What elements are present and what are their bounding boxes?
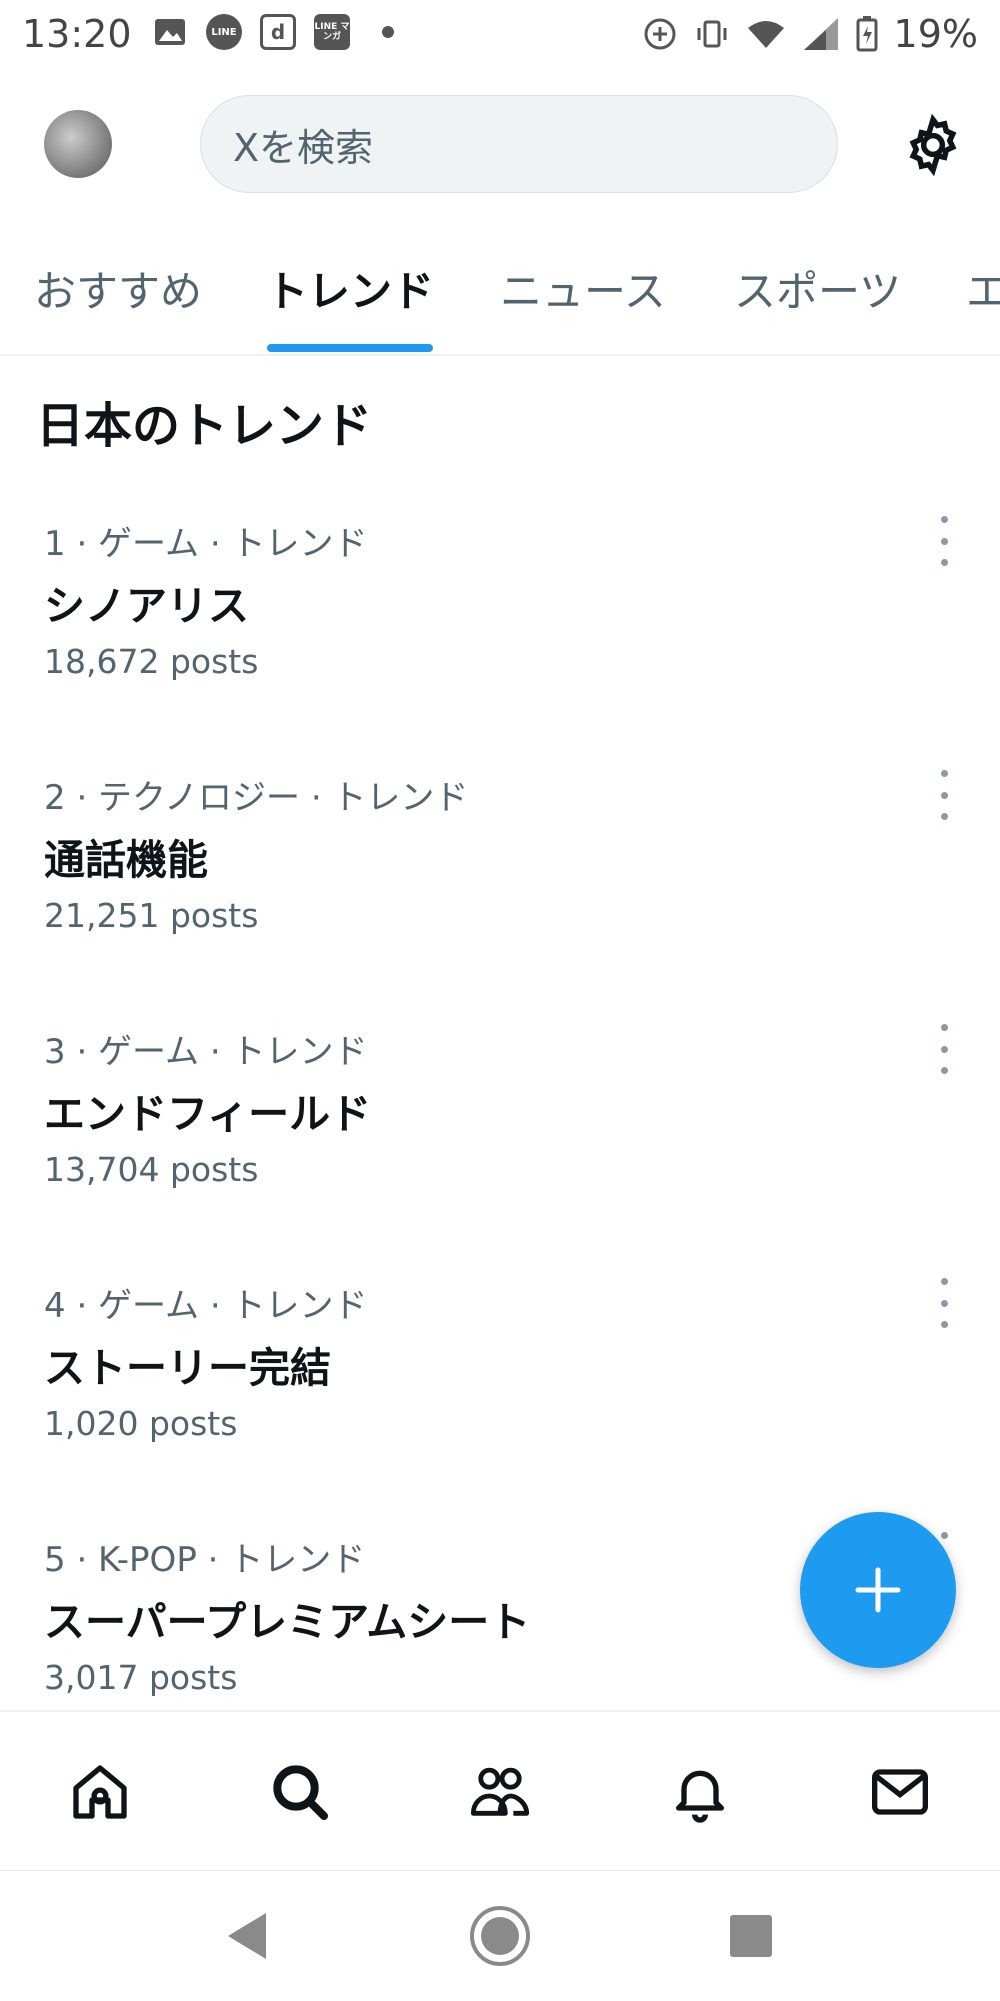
tab-recommended[interactable]: おすすめ [34,258,202,319]
vibrate-icon [697,20,727,48]
signal-icon [803,18,838,50]
trend-meta: 3 · ゲーム · トレンド [44,1032,368,1072]
trend-count: 13,704 posts [44,1150,259,1189]
tab-sports[interactable]: スポーツ [734,258,901,319]
trend-item[interactable]: 1 · ゲーム · トレンド シノアリス 18,672 posts [0,516,1000,770]
trend-count: 21,251 posts [44,896,259,935]
trend-title: エンドフィールド [44,1090,372,1138]
trend-count: 1,020 posts [44,1404,238,1443]
wifi-icon [747,21,784,48]
notification-icons: LINE d LINE マンガ [152,14,394,50]
header: Xを検索 [0,68,1000,218]
trend-item[interactable]: 3 · ゲーム · トレンド エンドフィールド 13,704 posts [0,1024,1000,1278]
communities-icon[interactable] [464,1756,536,1828]
search-input[interactable]: Xを検索 [200,95,838,193]
tab-bar: おすすめ トレンド ニュース スポーツ エ [0,218,1000,356]
trend-title: シノアリス [44,582,249,630]
trend-count: 3,017 posts [44,1658,238,1697]
search-placeholder: Xを検索 [233,125,374,170]
bell-icon[interactable] [664,1756,736,1828]
status-bar: 13:20 LINE d LINE マンガ 19% [0,0,1000,68]
plus-icon [855,1567,901,1613]
trend-title: スーパープレミアムシート [44,1598,531,1646]
status-time: 13:20 [22,12,132,56]
tab-entertainment[interactable]: エ [966,258,1000,319]
trend-meta: 4 · ゲーム · トレンド [44,1286,368,1326]
trend-count: 18,672 posts [44,642,259,681]
tab-trending[interactable]: トレンド [266,258,434,319]
gear-icon[interactable] [900,112,966,178]
mail-icon[interactable] [864,1756,936,1828]
trend-title: ストーリー完結 [44,1344,331,1392]
trend-meta: 1 · ゲーム · トレンド [44,524,368,564]
home-button-icon[interactable] [465,1901,535,1971]
line-manga-icon: LINE マンガ [314,14,350,50]
trend-item[interactable]: 2 · テクノロジー · トレンド 通話機能 21,251 posts [0,770,1000,1024]
search-icon[interactable] [264,1756,336,1828]
compose-post-button[interactable] [800,1512,956,1668]
recents-icon[interactable] [716,1901,786,1971]
data-saver-icon [644,18,676,50]
more-options-icon[interactable] [930,770,958,820]
system-navigation-bar [0,1870,1000,2001]
trend-meta: 2 · テクノロジー · トレンド [44,778,469,818]
section-title: 日本のトレンド [36,398,373,454]
more-options-icon[interactable] [930,1024,958,1074]
back-icon[interactable] [212,1901,282,1971]
bottom-navigation [0,1710,1000,1872]
battery-icon [856,16,878,52]
image-icon [152,14,188,50]
line-icon: LINE [206,14,242,50]
more-options-icon[interactable] [930,516,958,566]
active-tab-indicator [267,344,433,352]
system-icons: 19% [642,12,978,56]
trend-meta: 5 · K-POP · トレンド [44,1540,366,1580]
tab-news[interactable]: ニュース [500,258,666,319]
trend-item[interactable]: 4 · ゲーム · トレンド ストーリー完結 1,020 posts [0,1278,1000,1532]
avatar[interactable] [44,110,112,178]
trend-title: 通話機能 [44,836,208,884]
more-options-icon[interactable] [930,1278,958,1328]
home-icon[interactable] [64,1756,136,1828]
more-notifications-dot [382,26,394,38]
battery-percent: 19% [893,12,978,56]
d-icon: d [260,14,296,50]
